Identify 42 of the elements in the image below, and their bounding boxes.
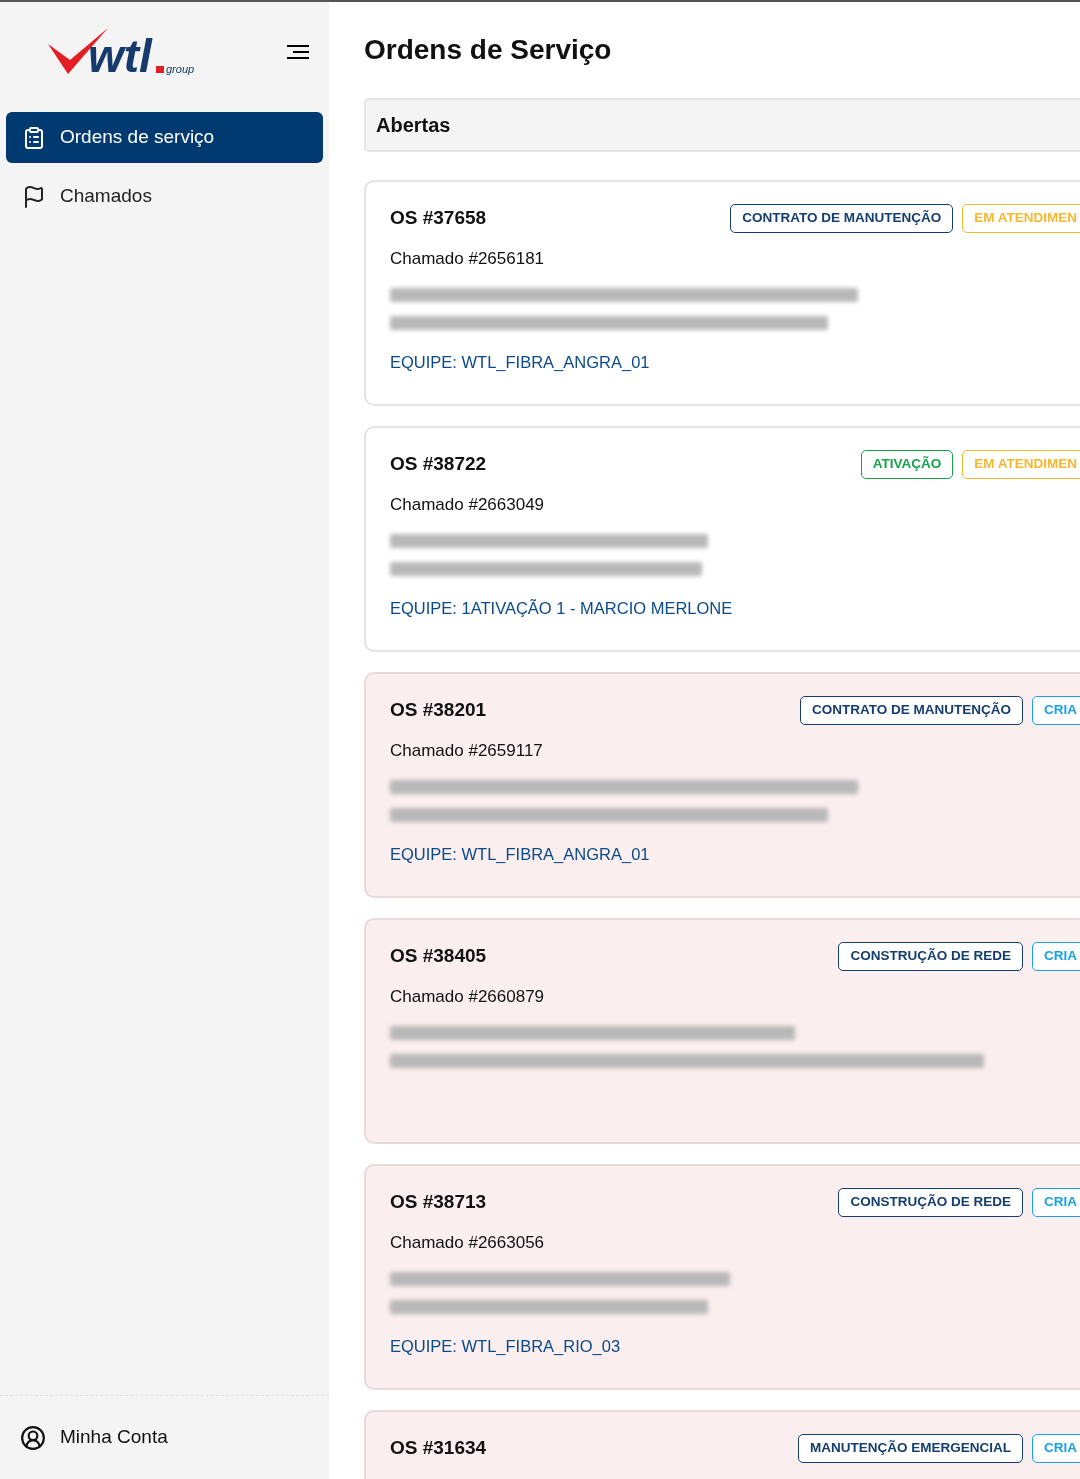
status-tag: CRIA — [1032, 1187, 1080, 1217]
status-tag: CONTRATO DE MANUTENÇÃO — [730, 203, 954, 233]
status-tag: MANUTENÇÃO EMERGENCIAL — [798, 1433, 1023, 1463]
sidebar-item[interactable]: Ordens de serviço — [6, 112, 323, 163]
status-tag: CONSTRUÇÃO DE REDE — [838, 1187, 1023, 1217]
order-number: OS #38713 — [390, 1189, 487, 1214]
flag-icon — [22, 184, 46, 209]
order-card[interactable]: OS #38722 ATIVAÇÃO EM ATENDIMEN Chamado #2663049 EQUIPE: 1ATIVAÇÃO 1 - MARCIO MERLONE — [364, 426, 1080, 652]
status-tag: ATIVAÇÃO — [860, 449, 954, 479]
order-number: OS #38722 — [390, 451, 487, 476]
account-icon — [20, 1424, 46, 1451]
ticket-number: Chamado #2663049 — [390, 494, 546, 516]
logo: wtl group — [46, 26, 202, 78]
order-number: OS #38201 — [390, 697, 487, 722]
team-label: EQUIPE: WTL_FIBRA_RIO_03 — [390, 1336, 622, 1357]
order-card[interactable]: OS #31634 MANUTENÇÃO EMERGENCIAL CRIA — [364, 1410, 1080, 1479]
sidebar-item[interactable]: Chamados — [6, 171, 323, 222]
team-label: EQUIPE: 1ATIVAÇÃO 1 - MARCIO MERLONE — [390, 598, 734, 619]
team-label: EQUIPE: WTL_FIBRA_ANGRA_01 — [390, 844, 651, 865]
page-title: Ordens de Serviço — [364, 33, 613, 67]
order-card[interactable]: OS #38405 CONSTRUÇÃO DE REDE CRIA Chamado #2660879 — [364, 918, 1080, 1144]
status-tag: CONSTRUÇÃO DE REDE — [838, 941, 1023, 971]
ticket-number: Chamado #2660879 — [390, 986, 546, 1008]
order-number: OS #37658 — [390, 205, 487, 230]
status-tag: CRIA — [1032, 1433, 1080, 1463]
status-tag: EM ATENDIMEN — [962, 449, 1080, 479]
order-card[interactable]: OS #38713 CONSTRUÇÃO DE REDE CRIA Chamado #2663056 EQUIPE: WTL_FIBRA_RIO_03 — [364, 1164, 1080, 1390]
status-tag: CRIA — [1032, 695, 1080, 725]
order-card[interactable]: OS #37658 CONTRATO DE MANUTENÇÃO EM ATENDIMEN Chamado #2656181 EQUIPE: WTL_FIBRA_ANGRA_01 — [364, 180, 1080, 406]
account-link[interactable]: Minha Conta — [60, 1423, 168, 1452]
clipboard-icon — [22, 125, 46, 150]
team-label: EQUIPE: WTL_FIBRA_ANGRA_01 — [390, 352, 651, 373]
order-number: OS #38405 — [390, 943, 487, 968]
status-tag: CRIA — [1032, 941, 1080, 971]
ticket-number: Chamado #2656181 — [390, 248, 546, 270]
order-card[interactable]: OS #38201 CONTRATO DE MANUTENÇÃO CRIA Chamado #2659117 EQUIPE: WTL_FIBRA_ANGRA_01 — [364, 672, 1080, 898]
order-number: OS #31634 — [390, 1435, 487, 1460]
status-tag: EM ATENDIMEN — [962, 203, 1080, 233]
ticket-number: Chamado #2659117 — [390, 740, 544, 762]
ticket-number: Chamado #2663056 — [390, 1232, 546, 1254]
status-tag: CONTRATO DE MANUTENÇÃO — [800, 695, 1023, 725]
section-header: Abertas — [364, 98, 1080, 152]
